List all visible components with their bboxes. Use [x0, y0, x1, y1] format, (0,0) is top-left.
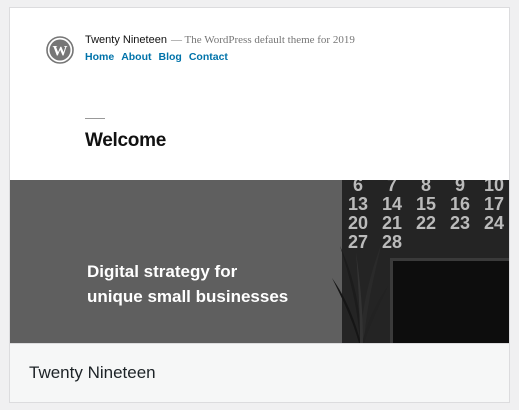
hero-monitor: [390, 258, 509, 343]
preview-hero: 6 7 8 9 10 13 14 15 16 17 20 21 22 23 24 27 28: [10, 180, 509, 343]
wordpress-logo-icon: W: [46, 36, 74, 64]
hero-headline-line1: Digital strategy for: [87, 262, 238, 281]
preview-title-divider: [85, 118, 105, 119]
hero-headline-line2: unique small businesses: [87, 287, 289, 306]
preview-nav-about: About: [121, 51, 152, 63]
preview-nav-contact: Contact: [188, 51, 228, 63]
preview-site-title: Twenty Nineteen: [85, 34, 167, 46]
preview-page-title: Welcome: [85, 130, 166, 151]
preview-site-header: W Twenty Nineteen — The WordPress defaul…: [10, 8, 509, 180]
calendar-row: 13 14 15 16 17: [347, 194, 505, 214]
theme-screenshot[interactable]: W Twenty Nineteen — The WordPress defaul…: [10, 8, 509, 343]
theme-card[interactable]: W Twenty Nineteen — The WordPress defaul…: [9, 7, 510, 403]
theme-card-footer[interactable]: Twenty Nineteen: [10, 343, 509, 402]
hero-headline: Digital strategy for unique small busine…: [87, 259, 288, 309]
calendar-row: 6 7 8 9 10: [352, 180, 505, 195]
preview-nav-blog: Blog: [158, 51, 182, 63]
theme-name: Twenty Nineteen: [29, 363, 156, 382]
preview-nav-home: Home: [85, 51, 115, 63]
plant-icon: [332, 242, 388, 343]
svg-text:W: W: [53, 44, 68, 60]
preview-nav: Home About Blog Contact: [85, 51, 228, 63]
calendar-row: 20 21 22 23 24: [347, 213, 505, 233]
preview-site-description: — The WordPress default theme for 2019: [171, 34, 355, 46]
